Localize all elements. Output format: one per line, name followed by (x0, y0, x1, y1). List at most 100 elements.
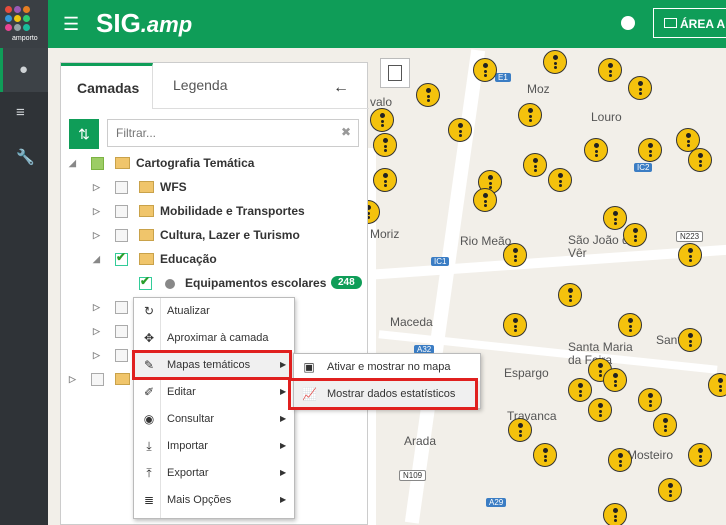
menu-item-exportar[interactable]: ⤒ Exportar ▶ (134, 460, 294, 487)
school-marker[interactable] (503, 313, 527, 337)
school-marker[interactable] (678, 243, 702, 267)
school-marker[interactable] (558, 283, 582, 307)
school-marker[interactable] (543, 50, 567, 74)
school-marker[interactable] (503, 243, 527, 267)
submenu-arrow-icon: ▶ (280, 414, 287, 423)
school-marker[interactable] (473, 188, 497, 212)
school-marker[interactable] (708, 373, 726, 397)
school-marker[interactable] (688, 443, 712, 467)
expand-arrow-icon[interactable]: ▷ (69, 374, 76, 385)
layer-checkbox[interactable] (91, 373, 104, 386)
tree-node[interactable]: ◢ Cartografia Temática (61, 153, 361, 175)
menu-item-ativar-mapa[interactable]: ▣ Ativar e mostrar no mapa (294, 354, 480, 381)
filter-input[interactable] (107, 119, 359, 147)
tree-node[interactable]: Equipamentos escolares 248 (61, 273, 362, 295)
school-marker[interactable] (618, 313, 642, 337)
school-marker[interactable] (533, 443, 557, 467)
expand-arrow-icon[interactable]: ▷ (93, 302, 100, 313)
school-marker[interactable] (603, 503, 627, 525)
school-marker[interactable] (473, 58, 497, 82)
menu-item-importar[interactable]: ⤓ Importar ▶ (134, 433, 294, 460)
school-marker[interactable] (548, 168, 572, 192)
school-marker[interactable] (623, 223, 647, 247)
expand-arrow-icon[interactable]: ▷ (93, 206, 100, 217)
menu-item-aproximar[interactable]: ✥ Aproximar à camada (134, 325, 294, 352)
road-shield: IC2 (634, 163, 653, 172)
layer-checkbox[interactable] (115, 250, 128, 266)
school-marker[interactable] (448, 118, 472, 142)
school-marker[interactable] (603, 206, 627, 230)
expand-arrow-icon[interactable]: ▷ (93, 182, 100, 193)
layer-checkbox[interactable] (115, 229, 128, 242)
school-marker[interactable] (588, 398, 612, 422)
layer-checkbox[interactable] (139, 274, 152, 290)
hamburger-icon[interactable]: ☰ (63, 14, 79, 35)
school-marker[interactable] (370, 108, 394, 132)
layer-checkbox[interactable] (115, 325, 128, 338)
school-marker[interactable] (518, 103, 542, 127)
wrench-icon: 🔧 (16, 149, 35, 166)
school-marker[interactable] (584, 138, 608, 162)
tab-camadas[interactable]: Camadas (61, 63, 153, 109)
layer-checkbox[interactable] (91, 157, 104, 170)
menu-item-atualizar[interactable]: ↻ Atualizar (134, 298, 294, 325)
back-arrow-icon[interactable]: ← (333, 79, 349, 97)
tree-node[interactable]: ▷ (61, 369, 133, 391)
nav-globe[interactable]: ● (0, 48, 48, 92)
expand-arrow-icon[interactable]: ▷ (93, 230, 100, 241)
tree-node[interactable]: ▷ (61, 297, 133, 319)
school-marker[interactable] (416, 83, 440, 107)
tree-node[interactable]: ▷ (61, 345, 133, 367)
place-label: Mosteiro (627, 448, 674, 462)
collapse-arrow-icon[interactable]: ◢ (93, 254, 100, 265)
monitor-icon (664, 18, 677, 28)
layer-checkbox[interactable] (115, 181, 128, 194)
school-marker[interactable] (658, 478, 682, 502)
road-shield: N109 (399, 470, 427, 481)
layer-checkbox[interactable] (115, 205, 128, 218)
submenu-arrow-icon: ▶ (280, 441, 287, 450)
school-marker[interactable] (678, 328, 702, 352)
school-marker[interactable] (568, 378, 592, 402)
school-marker[interactable] (628, 76, 652, 100)
tree-node[interactable]: ▷ (61, 321, 133, 343)
tree-node[interactable]: ▷ WFS (61, 177, 361, 199)
school-marker[interactable] (638, 388, 662, 412)
tree-node[interactable]: ◢ Educação (61, 249, 361, 271)
globe-icon[interactable] (621, 16, 635, 30)
nav-tools[interactable]: 🔧 (0, 136, 48, 180)
school-marker[interactable] (603, 368, 627, 392)
school-marker[interactable] (608, 448, 632, 472)
school-marker[interactable] (598, 58, 622, 82)
nav-menu[interactable]: ≡ (0, 92, 48, 136)
clear-filter-icon[interactable]: ✖ (341, 125, 351, 139)
menu-list-icon: ≡ (16, 104, 25, 121)
tree-node[interactable]: ▷ Mobilidade e Transportes (61, 201, 361, 223)
school-marker[interactable] (523, 153, 547, 177)
layer-checkbox[interactable] (115, 301, 128, 314)
app-logo[interactable]: amporto (0, 0, 48, 48)
school-marker[interactable] (688, 148, 712, 172)
school-marker[interactable] (373, 168, 397, 192)
top-bar: amporto ☰ SIG.amp ÁREA A (0, 0, 726, 48)
expand-arrow-icon[interactable]: ▷ (93, 350, 100, 361)
area-button[interactable]: ÁREA A (653, 8, 726, 38)
menu-item-editar[interactable]: ✐ Editar ▶ (134, 379, 294, 406)
tree-label: Mobilidade e Transportes (160, 204, 305, 218)
tree-node[interactable]: ▷ Cultura, Lazer e Turismo (61, 225, 361, 247)
menu-item-mais-opcoes[interactable]: ≣ Mais Opções ▶ (134, 487, 294, 514)
tree-label: Equipamentos escolares (185, 276, 327, 290)
logo-text: amporto (12, 35, 38, 42)
expand-arrow-icon[interactable]: ▷ (93, 326, 100, 337)
submenu-arrow-icon: ▶ (280, 387, 287, 396)
sort-button[interactable]: ⇅ (69, 119, 99, 149)
school-marker[interactable] (638, 138, 662, 162)
collapse-arrow-icon[interactable]: ◢ (69, 158, 76, 169)
map-layers-button[interactable] (380, 58, 410, 88)
layer-checkbox[interactable] (115, 349, 128, 362)
menu-item-consultar[interactable]: ◉ Consultar ▶ (134, 406, 294, 433)
place-label: Moz (527, 82, 550, 96)
school-marker[interactable] (373, 133, 397, 157)
school-marker[interactable] (508, 418, 532, 442)
school-marker[interactable] (653, 413, 677, 437)
